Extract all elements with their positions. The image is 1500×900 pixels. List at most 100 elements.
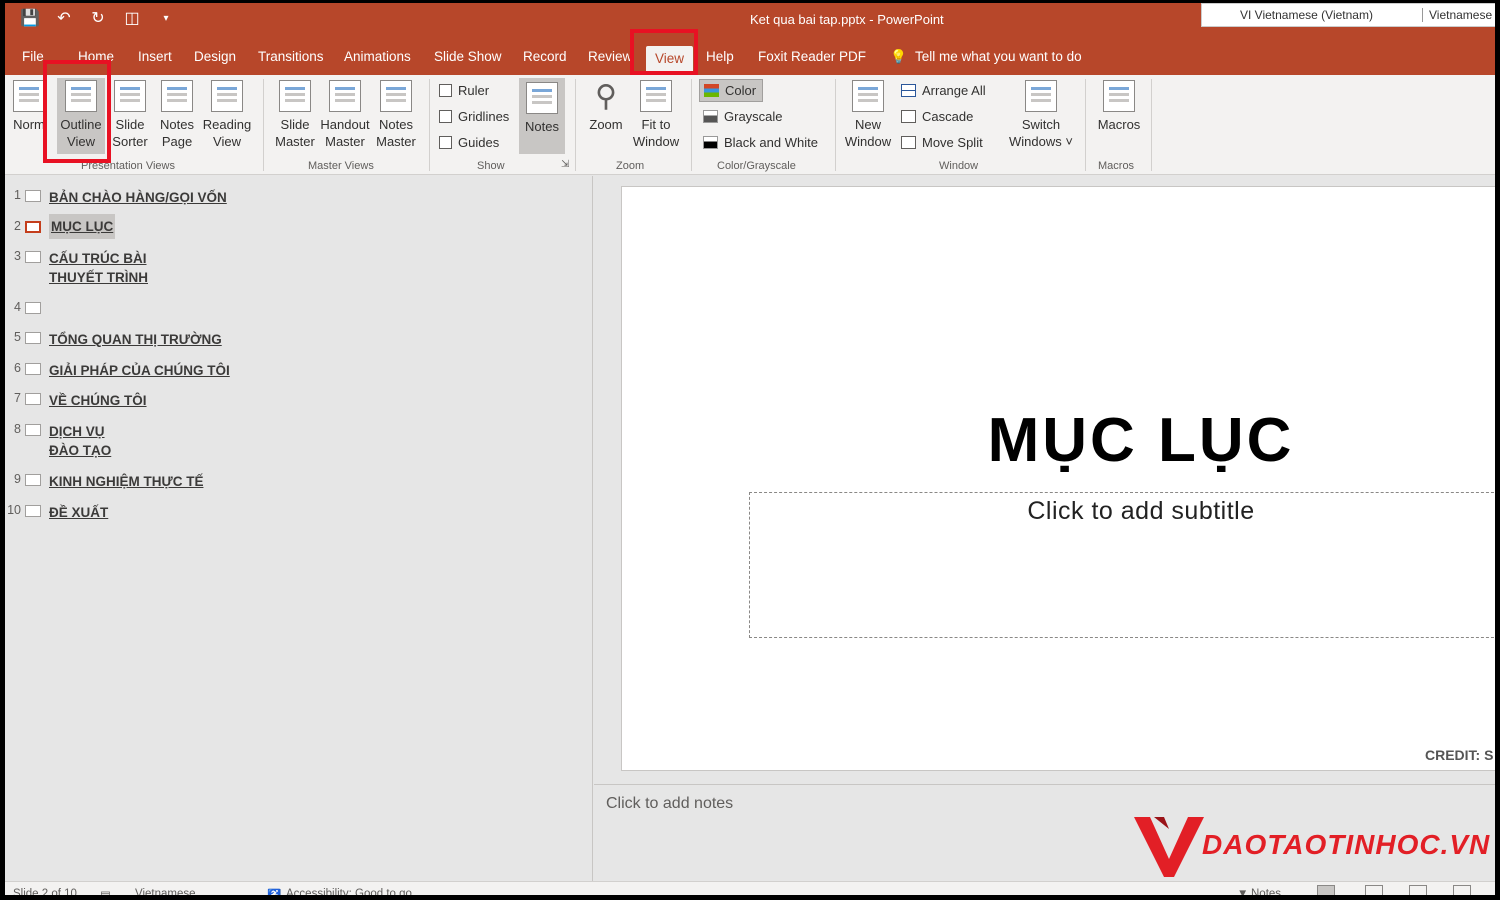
slide-title-text[interactable]: ĐỀ XUẤT — [49, 503, 108, 522]
save-icon[interactable]: 💾 — [19, 8, 41, 28]
tab-transitions[interactable]: Transitions — [258, 49, 324, 64]
notes-page-label-2: Page — [161, 134, 193, 149]
tab-animations[interactable]: Animations — [344, 49, 411, 64]
reading-view-label-2: View — [213, 134, 241, 149]
slide-master-button[interactable]: Slide Master — [271, 80, 319, 150]
slide-icon-selected[interactable] — [25, 221, 41, 233]
zoom-button[interactable]: ⚲ Zoom — [583, 80, 629, 133]
slide-title-text[interactable]: VỀ CHÚNG TÔI — [49, 391, 147, 410]
undo-icon[interactable]: ↶ — [53, 8, 75, 28]
normal-view-button[interactable]: Norm — [9, 80, 49, 133]
language-indicator[interactable]: VI Vietnamese (Vietnam) Vietnamese — [1201, 3, 1495, 27]
slide-sorter-status-icon[interactable] — [1365, 885, 1383, 895]
notes-page-button[interactable]: Notes Page — [155, 80, 199, 150]
slide-icon[interactable] — [25, 474, 41, 486]
tell-me-search[interactable]: Tell me what you want to do — [915, 49, 1082, 64]
tab-view[interactable]: View — [646, 46, 694, 72]
slide-title[interactable]: MỤC LỤC — [622, 405, 1495, 476]
macros-label: Macros — [1097, 117, 1141, 132]
slide-icon[interactable] — [25, 505, 41, 517]
slide-icon[interactable] — [25, 363, 41, 375]
tab-foxit[interactable]: Foxit Reader PDF — [758, 49, 866, 64]
arrange-all-button[interactable]: Arrange All — [901, 83, 986, 98]
notes-master-label-2: Master — [376, 134, 416, 149]
slide-title-text[interactable]: TỔNG QUAN THỊ TRƯỜNG — [49, 330, 222, 349]
slide-counter: Slide 2 of 10 — [13, 888, 77, 900]
customize-icon[interactable]: ▾ — [155, 13, 177, 24]
slide-title-text[interactable]: GIẢI PHÁP CỦA CHÚNG TÔI — [49, 361, 230, 380]
switch-windows-button[interactable]: Switch Windows ˅ — [1003, 80, 1079, 150]
outline-view-button[interactable]: Outline View — [57, 78, 105, 154]
slide-title-text-line-2[interactable]: ĐÀO TẠO — [49, 441, 111, 460]
black-and-white-button[interactable]: Black and White — [703, 135, 818, 150]
reading-view-button[interactable]: Reading View — [199, 80, 255, 150]
accessibility-icon[interactable]: ♿ — [267, 888, 281, 895]
tab-record[interactable]: Record — [523, 49, 567, 64]
reading-view-status-icon[interactable] — [1409, 885, 1427, 895]
move-split-label: Move Split — [922, 135, 983, 150]
tab-insert[interactable]: Insert — [138, 49, 172, 64]
tab-help[interactable]: Help — [706, 49, 734, 64]
notes-pane[interactable]: Click to add notes DAOTAOTINHOC.VN — [594, 784, 1495, 881]
separator — [1151, 79, 1152, 171]
slide-title-text[interactable]: CẤU TRÚC BÀI — [49, 249, 147, 268]
notes-toggle-button[interactable]: Notes — [519, 78, 565, 154]
ribbon-tabs: File Home Insert Design Transitions Anim… — [5, 41, 1495, 75]
tab-file[interactable]: File — [22, 49, 44, 64]
handout-master-button[interactable]: Handout Master — [317, 80, 373, 150]
checkbox-box — [439, 136, 452, 149]
slide-title-text-line-2[interactable]: THUYẾT TRÌNH — [49, 268, 148, 287]
normal-view-icon — [13, 80, 45, 112]
slide-sorter-label-2: Sorter — [112, 134, 148, 149]
slide-title-text[interactable]: BẢN CHÀO HÀNG/GỌI VỐN — [49, 188, 227, 207]
slide-canvas[interactable]: MỤC LỤC Click to add subtitle CREDIT: S — [621, 186, 1495, 771]
move-split-button[interactable]: Move Split — [901, 135, 983, 150]
switch-windows-label-2: Windows ˅ — [1009, 134, 1073, 149]
slide-sorter-button[interactable]: Slide Sorter — [109, 80, 151, 150]
redo-icon[interactable]: ↻ — [87, 8, 109, 28]
slide-title-text[interactable]: KINH NGHIỆM THỰC TẾ — [49, 472, 203, 491]
outline-view-icon — [65, 80, 97, 112]
slide-icon[interactable] — [25, 251, 41, 263]
notes-status-button[interactable]: Notes — [1251, 888, 1281, 895]
slide-icon[interactable] — [25, 424, 41, 436]
present-icon[interactable]: ◫ — [121, 8, 143, 28]
accessibility-status[interactable]: Accessibility: Good to go — [286, 888, 412, 895]
slide-icon[interactable] — [25, 393, 41, 405]
slide-title-text[interactable]: MỤC LỤC — [49, 214, 116, 239]
tab-home[interactable]: Home — [78, 49, 114, 64]
tab-design[interactable]: Design — [194, 49, 236, 64]
spellcheck-icon[interactable]: ▤ — [100, 888, 111, 895]
slideshow-status-icon[interactable] — [1453, 885, 1471, 895]
notes-placeholder[interactable]: Click to add notes — [606, 795, 733, 813]
reading-view-icon — [211, 80, 243, 112]
slide-icon[interactable] — [25, 190, 41, 202]
normal-view-status-icon[interactable] — [1317, 885, 1335, 895]
ruler-checkbox[interactable]: Ruler — [439, 83, 489, 98]
fit-to-window-button[interactable]: Fit to Window — [629, 80, 683, 150]
checkbox-box — [439, 84, 452, 97]
new-window-icon — [852, 80, 884, 112]
gridlines-checkbox[interactable]: Gridlines — [439, 109, 509, 124]
outline-pane[interactable]: 1 BẢN CHÀO HÀNG/GỌI VỐN 2 MỤC LỤC 3 CẤU … — [5, 176, 593, 881]
language-status[interactable]: Vietnamese — [135, 888, 196, 895]
notes-status-icon[interactable]: ▼ — [1237, 888, 1248, 895]
cascade-button[interactable]: Cascade — [901, 109, 973, 124]
subtitle-placeholder[interactable]: Click to add subtitle — [749, 492, 1495, 638]
slide-icon[interactable] — [25, 302, 41, 314]
dialog-launcher-icon[interactable]: ⇲ — [561, 159, 569, 170]
tab-review[interactable]: Review — [588, 49, 632, 64]
color-swatch-icon — [704, 84, 719, 97]
slide-icon[interactable] — [25, 332, 41, 344]
new-window-button[interactable]: New Window — [841, 80, 895, 150]
tab-slideshow[interactable]: Slide Show — [434, 49, 502, 64]
slide-title-text[interactable]: DỊCH VỤ — [49, 422, 105, 441]
ribbon: Norm Outline View Slide Sorter Notes Pag… — [5, 75, 1495, 175]
macros-button[interactable]: Macros — [1093, 80, 1145, 133]
grayscale-button[interactable]: Grayscale — [703, 109, 783, 124]
notes-master-button[interactable]: Notes Master — [371, 80, 421, 150]
slide-sorter-label-1: Slide — [115, 117, 145, 132]
guides-checkbox[interactable]: Guides — [439, 135, 499, 150]
color-button[interactable]: Color — [699, 79, 764, 102]
fit-to-window-label-1: Fit to — [641, 117, 671, 132]
